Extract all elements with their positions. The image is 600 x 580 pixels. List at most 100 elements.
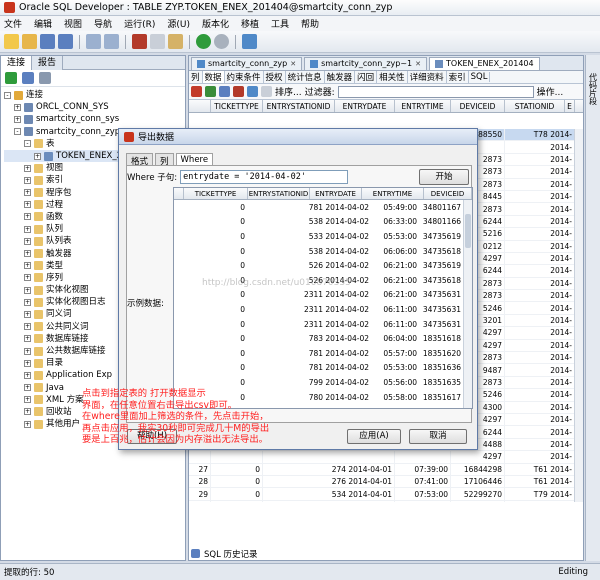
collapse-icon[interactable]: -	[4, 91, 11, 99]
table-row[interactable]: 28 0 276 2014-04-01 07:41:00 17106446 T61 201…	[189, 475, 575, 489]
close-tab-icon[interactable]: ✕	[290, 58, 296, 70]
doc-tab-token-enex[interactable]: TOKEN_ENEX_201404	[429, 57, 540, 70]
redo-icon[interactable]	[104, 34, 119, 49]
table-row[interactable]: 4297 2014-	[189, 451, 575, 464]
menu-tools[interactable]: 工具	[271, 17, 289, 30]
expand-icon[interactable]: +	[14, 103, 21, 111]
grid-column-header[interactable]: STATIONID	[505, 100, 565, 112]
sample-column-header[interactable]: ENTRYDATE	[310, 188, 362, 199]
expand-icon[interactable]: +	[24, 176, 31, 184]
cancel-button[interactable]: 取消	[409, 429, 467, 444]
expand-icon[interactable]: +	[24, 323, 31, 331]
undo-icon[interactable]	[86, 34, 101, 49]
sample-column-header[interactable]	[174, 188, 184, 199]
scroll-thumb[interactable]	[465, 214, 471, 248]
sample-column-header[interactable]: TICKETTYPE	[184, 188, 248, 199]
paste-icon[interactable]	[168, 34, 183, 49]
expand-icon[interactable]: +	[24, 347, 31, 355]
pin-icon[interactable]	[191, 86, 202, 97]
grid-column-header[interactable]: DEVICEID	[451, 100, 505, 112]
menu-help[interactable]: 帮助	[301, 17, 319, 30]
menu-source[interactable]: 源(U)	[167, 17, 190, 30]
table-row[interactable]: 300268 2014-04-0108:16:0017696288T70 201…	[189, 500, 575, 502]
sample-grid-scrollbar[interactable]	[463, 200, 472, 408]
expand-icon[interactable]: +	[24, 408, 31, 416]
refresh-icon[interactable]	[22, 72, 34, 84]
expand-icon[interactable]: +	[24, 225, 31, 233]
tab-statistics[interactable]: 统计信息	[286, 71, 325, 83]
tab-sql[interactable]: SQL	[469, 72, 491, 82]
expand-icon[interactable]: +	[14, 115, 21, 123]
table-row[interactable]: 27 0 274 2014-04-01 07:39:00 16844298 T61 201…	[189, 463, 575, 476]
tab-dependencies[interactable]: 相关性	[377, 71, 408, 83]
sql-worksheet-icon[interactable]	[242, 34, 257, 49]
sample-column-header[interactable]: DEVICEID	[424, 188, 472, 199]
data-grid-scrollbar[interactable]	[574, 129, 583, 502]
tab-reports[interactable]: 报告	[32, 55, 64, 70]
grid-column-header[interactable]	[189, 100, 211, 112]
rollback-icon[interactable]	[261, 86, 272, 97]
snippets-side-panel[interactable]: 代码片段	[585, 55, 600, 561]
tab-indexes[interactable]: 索引	[447, 71, 469, 83]
actions-button[interactable]: 操作...	[537, 85, 564, 98]
menu-run[interactable]: 运行(R)	[124, 17, 155, 30]
insert-row-icon[interactable]	[219, 86, 230, 97]
expand-icon[interactable]: +	[24, 164, 31, 172]
save-all-icon[interactable]	[58, 34, 73, 49]
grid-column-header[interactable]: TICKETTYPE	[211, 100, 263, 112]
tab-connections[interactable]: 连接	[1, 55, 33, 70]
expand-icon[interactable]: +	[24, 237, 31, 245]
filter-input[interactable]	[337, 85, 534, 98]
expand-icon[interactable]: +	[24, 286, 31, 294]
tab-grants[interactable]: 授权	[264, 71, 286, 83]
grid-column-header[interactable]: E	[565, 100, 575, 112]
sample-column-header[interactable]: ENTRYTIME	[362, 188, 424, 199]
expand-icon[interactable]: +	[24, 201, 31, 209]
tree-node[interactable]: + smartcity_conn_sys	[4, 113, 185, 125]
tab-columns[interactable]: 列	[189, 71, 203, 83]
tree-node[interactable]: + ORCL_CONN_SYS	[4, 101, 185, 113]
menu-edit[interactable]: 编辑	[34, 17, 52, 30]
menu-view[interactable]: 视图	[64, 17, 82, 30]
filter-icon[interactable]	[39, 72, 51, 84]
collapse-icon[interactable]: -	[14, 128, 21, 136]
add-connection-icon[interactable]	[5, 72, 17, 84]
open-icon[interactable]	[22, 34, 37, 49]
apply-button[interactable]: 应用(A)	[347, 429, 401, 444]
expand-icon[interactable]: +	[24, 250, 31, 258]
cut-icon[interactable]	[132, 34, 147, 49]
expand-icon[interactable]: +	[34, 152, 41, 160]
delete-row-icon[interactable]	[233, 86, 244, 97]
grid-column-header[interactable]: ENTRYTIME	[395, 100, 451, 112]
menu-migration[interactable]: 移植	[241, 17, 259, 30]
doc-tab-conn-zyp-1[interactable]: smartcity_conn_zyp~1 ✕	[304, 57, 428, 70]
expand-icon[interactable]: +	[24, 396, 31, 404]
copy-icon[interactable]	[150, 34, 165, 49]
commit-icon[interactable]	[247, 86, 258, 97]
save-icon[interactable]	[40, 34, 55, 49]
tab-constraints[interactable]: 约束条件	[225, 71, 264, 83]
collapse-icon[interactable]: -	[24, 140, 31, 148]
expand-icon[interactable]: +	[24, 420, 31, 428]
expand-icon[interactable]: +	[24, 189, 31, 197]
start-button[interactable]: 开始	[419, 169, 469, 185]
sample-data-grid[interactable]: TICKETTYPE ENTRYSTATIONID ENTRYDATE ENTRYTI…	[173, 187, 473, 409]
grid-column-header[interactable]: ENTRYSTATIONID	[263, 100, 335, 112]
expand-icon[interactable]: +	[24, 310, 31, 318]
tab-flashback[interactable]: 闪回	[355, 71, 378, 83]
expand-icon[interactable]: +	[24, 274, 31, 282]
refresh-data-icon[interactable]	[205, 86, 216, 97]
forward-icon[interactable]	[214, 34, 229, 49]
expand-icon[interactable]: +	[24, 298, 31, 306]
sort-button[interactable]: 排序...	[275, 85, 302, 98]
tab-details[interactable]: 详细资料	[408, 71, 447, 83]
sql-history-tab[interactable]: SQL 历史记录	[191, 547, 258, 560]
expand-icon[interactable]: +	[24, 335, 31, 343]
tab-triggers[interactable]: 触发器	[325, 71, 356, 83]
back-icon[interactable]	[196, 34, 211, 49]
sample-column-header[interactable]: ENTRYSTATIONID	[248, 188, 310, 199]
menu-file[interactable]: 文件	[4, 17, 22, 30]
new-icon[interactable]	[4, 34, 19, 49]
expand-icon[interactable]: +	[24, 262, 31, 270]
tree-node[interactable]: - 连接	[4, 89, 185, 101]
